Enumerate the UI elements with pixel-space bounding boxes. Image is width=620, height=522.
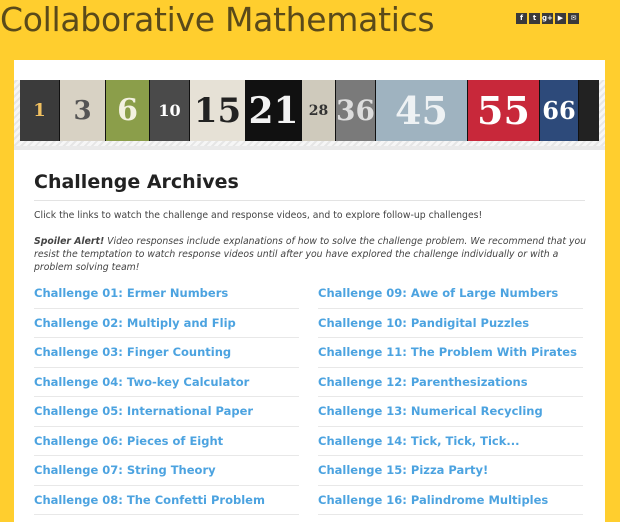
twitter-icon[interactable]: t (529, 13, 540, 24)
challenge-link[interactable]: Challenge 07: String Theory (34, 463, 216, 477)
challenge-link[interactable]: Challenge 02: Multiply and Flip (34, 316, 236, 330)
list-item: Challenge 06: Pieces of Eight (34, 427, 299, 456)
challenge-link[interactable]: Challenge 14: Tick, Tick, Tick... (318, 434, 520, 448)
challenge-link[interactable]: Challenge 12: Parenthesizations (318, 375, 528, 389)
list-item: Challenge 04: Two-key Calculator (34, 368, 299, 397)
challenge-link[interactable]: Challenge 09: Awe of Large Numbers (318, 286, 558, 300)
list-item: Challenge 09: Awe of Large Numbers (318, 279, 583, 309)
intro-text: Click the links to watch the challenge a… (34, 210, 483, 221)
list-item: Challenge 13: Numerical Recycling (318, 397, 583, 427)
google-plus-icon[interactable]: g+ (542, 13, 553, 24)
challenge-link[interactable]: Challenge 08: The Confetti Problem (34, 493, 265, 507)
list-item: Challenge 16: Palindrome Multiples (318, 486, 583, 515)
list-item: Challenge 11: The Problem With Pirates (318, 338, 583, 368)
social-icons: f t g+ ▶ ✉ (516, 13, 579, 24)
site-title[interactable]: Collaborative Mathematics (0, 0, 435, 40)
spoiler-body: Video responses include explanations of … (34, 236, 587, 273)
email-icon[interactable]: ✉ (568, 13, 579, 24)
banner-number: 36 (336, 80, 376, 141)
banner-number: 10 (150, 80, 190, 141)
list-item: Challenge 12: Parenthesizations (318, 368, 583, 397)
banner-number: 55 (468, 80, 540, 141)
banner-number: 3 (60, 80, 106, 141)
banner-number: 6 (106, 80, 150, 141)
list-item: Challenge 07: String Theory (34, 456, 299, 486)
banner-number: 66 (540, 80, 579, 141)
list-item: Challenge 03: Finger Counting (34, 338, 299, 368)
main-content: Challenge Archives Click the links to wa… (14, 146, 605, 522)
list-item: Challenge 08: The Confetti Problem (34, 486, 299, 515)
challenge-link[interactable]: Challenge 01: Ermer Numbers (34, 286, 228, 300)
list-item: Challenge 01: Ermer Numbers (34, 279, 299, 309)
challenge-link[interactable]: Challenge 04: Two-key Calculator (34, 375, 249, 389)
challenge-link[interactable]: Challenge 13: Numerical Recycling (318, 404, 543, 418)
challenge-link[interactable]: Challenge 05: International Paper (34, 404, 253, 418)
banner-number: 28 (302, 80, 336, 141)
list-item: Challenge 15: Pizza Party! (318, 456, 583, 486)
list-item: Challenge 10: Pandigital Puzzles (318, 309, 583, 338)
challenge-list-right: Challenge 09: Awe of Large Numbers Chall… (318, 279, 583, 515)
challenge-list-left: Challenge 01: Ermer Numbers Challenge 02… (34, 279, 299, 515)
challenge-link[interactable]: Challenge 11: The Problem With Pirates (318, 345, 577, 359)
challenge-link[interactable]: Challenge 03: Finger Counting (34, 345, 231, 359)
list-item: Challenge 02: Multiply and Flip (34, 309, 299, 338)
banner-image-strip: 1 3 6 10 15 21 28 36 45 55 66 (20, 80, 599, 141)
spoiler-text: Spoiler Alert! Video responses include e… (34, 235, 589, 274)
banner-number: 21 (246, 80, 302, 141)
list-item: Challenge 05: International Paper (34, 397, 299, 427)
banner-top-band (14, 60, 605, 80)
page-title: Challenge Archives (34, 171, 239, 193)
banner-number: 1 (20, 80, 60, 141)
facebook-icon[interactable]: f (516, 13, 527, 24)
banner-number: 45 (376, 80, 468, 141)
youtube-icon[interactable]: ▶ (555, 13, 566, 24)
title-divider (34, 200, 585, 201)
banner-number: 15 (190, 80, 246, 141)
challenge-link[interactable]: Challenge 10: Pandigital Puzzles (318, 316, 529, 330)
spoiler-label: Spoiler Alert! (34, 236, 105, 247)
challenge-link[interactable]: Challenge 06: Pieces of Eight (34, 434, 223, 448)
challenge-link[interactable]: Challenge 16: Palindrome Multiples (318, 493, 548, 507)
challenge-link[interactable]: Challenge 15: Pizza Party! (318, 463, 488, 477)
list-item: Challenge 14: Tick, Tick, Tick... (318, 427, 583, 456)
